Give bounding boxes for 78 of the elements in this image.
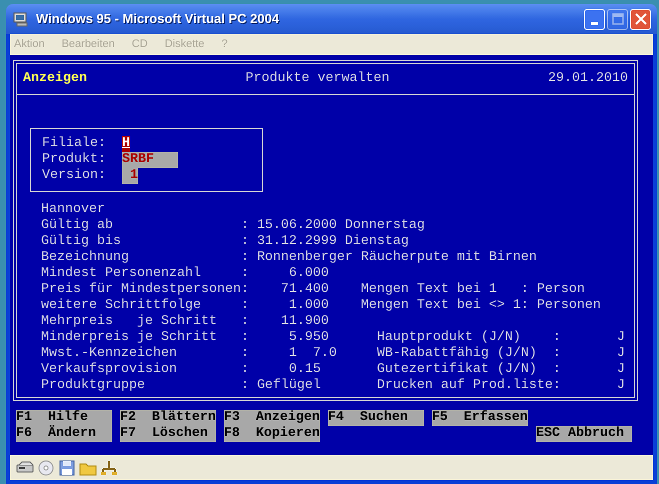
colon-text: :: [240, 362, 250, 378]
field-label: Verkaufsprovision: [41, 362, 178, 378]
function-key[interactable]: F4 Suchen: [328, 410, 424, 426]
mode-label: Anzeigen: [23, 71, 87, 87]
field-value: Personen: [536, 298, 601, 314]
field-value: 71.400: [280, 282, 329, 298]
field-label: WB-Rabattfähig (J/N): [376, 346, 538, 362]
function-key[interactable]: F3 Anzeigen: [224, 410, 320, 426]
field-value: 6.000: [288, 266, 329, 282]
field-label: Mengen Text bei <> 1: [360, 298, 521, 314]
function-key[interactable]: F8 Kopieren: [224, 426, 320, 442]
colon-text: :: [240, 346, 250, 362]
colon-text: :: [240, 282, 250, 298]
field-label: Gutezertifikat (J/N): [376, 362, 538, 378]
field-value: J: [616, 378, 625, 394]
close-button[interactable]: [630, 8, 651, 30]
minimize-button[interactable]: [584, 8, 605, 30]
field-value: J: [616, 346, 625, 362]
field-label: Bezeichnung: [41, 250, 130, 266]
field-value: 0.15: [288, 362, 321, 378]
screen-title: Produkte verwalten: [246, 71, 390, 87]
colon-text: :: [520, 298, 530, 314]
window-title: Windows 95 - Microsoft Virtual PC 2004: [36, 10, 280, 28]
field-value: 5.950: [288, 330, 329, 346]
colon-text: :: [240, 234, 250, 250]
computer-icon: [12, 10, 30, 28]
field-value: 31.12.2999 Dienstag: [256, 234, 409, 250]
colon-text: :: [240, 330, 250, 346]
colon-text: :: [240, 298, 250, 314]
colon-text: :: [240, 218, 250, 234]
field-label: Mindest Personenzahl: [41, 266, 202, 282]
colon-text: :: [552, 346, 562, 362]
field-value: Ronnenberger Räucherpute mit Birnen: [256, 250, 537, 266]
escape-key[interactable]: ESC Abbruch: [536, 426, 632, 442]
colon-text: :: [240, 378, 250, 394]
input-field[interactable]: H: [122, 136, 130, 152]
colon-text: :: [240, 314, 250, 330]
field-label: Version:: [42, 168, 107, 184]
maximize-icon: [612, 13, 624, 25]
field-label: Produktgruppe: [41, 378, 146, 394]
field-value: 1.000: [288, 298, 329, 314]
field-label: Preis für Mindestpersonen: [41, 282, 241, 298]
colon-text: :: [520, 282, 530, 298]
field-label: Mwst.-Kennzeichen: [41, 346, 178, 362]
colon-text: :: [552, 362, 562, 378]
field-value: J: [616, 330, 625, 346]
colon-text: :: [240, 266, 250, 282]
field-value: Person: [536, 282, 585, 298]
field-label: Mengen Text bei 1: [360, 282, 498, 298]
field-value: 11.900: [280, 314, 329, 330]
network-icon: [100, 458, 118, 476]
close-icon: [634, 13, 646, 25]
function-key[interactable]: F2 Blättern: [120, 410, 216, 426]
field-label: Minderpreis je Schritt: [41, 330, 218, 346]
function-key[interactable]: F1 Hilfe: [16, 410, 112, 426]
disc-icon: [37, 458, 55, 476]
function-key[interactable]: F7 Löschen: [120, 426, 216, 442]
field-value: 15.06.2000 Donnerstag: [256, 218, 425, 234]
date-text: 29.01.2010: [548, 71, 628, 87]
function-key[interactable]: F6 Ändern: [16, 426, 112, 442]
minimize-icon: [591, 22, 598, 24]
field-label: Gültig bis: [41, 234, 122, 250]
colon-text: :: [552, 330, 562, 346]
field-label: Filiale:: [42, 136, 107, 152]
field-label: weitere Schrittfolge: [41, 298, 202, 314]
field-value: 1: [288, 346, 297, 362]
field-value: 7.0: [312, 346, 337, 362]
field-value: J: [616, 362, 625, 378]
field-label: Drucken auf Prod.liste: [376, 378, 553, 394]
field-label: Hannover: [41, 202, 106, 218]
field-label: Mehrpreis je Schritt: [41, 314, 218, 330]
field-label: Produkt:: [42, 152, 107, 168]
colon-text: :: [552, 378, 562, 394]
field-label: Hauptprodukt (J/N): [376, 330, 522, 346]
function-key[interactable]: F5 Erfassen: [432, 410, 528, 426]
field-label: Gültig ab: [41, 218, 114, 234]
field-value: Geflügel: [256, 378, 321, 394]
colon-text: :: [240, 250, 250, 266]
